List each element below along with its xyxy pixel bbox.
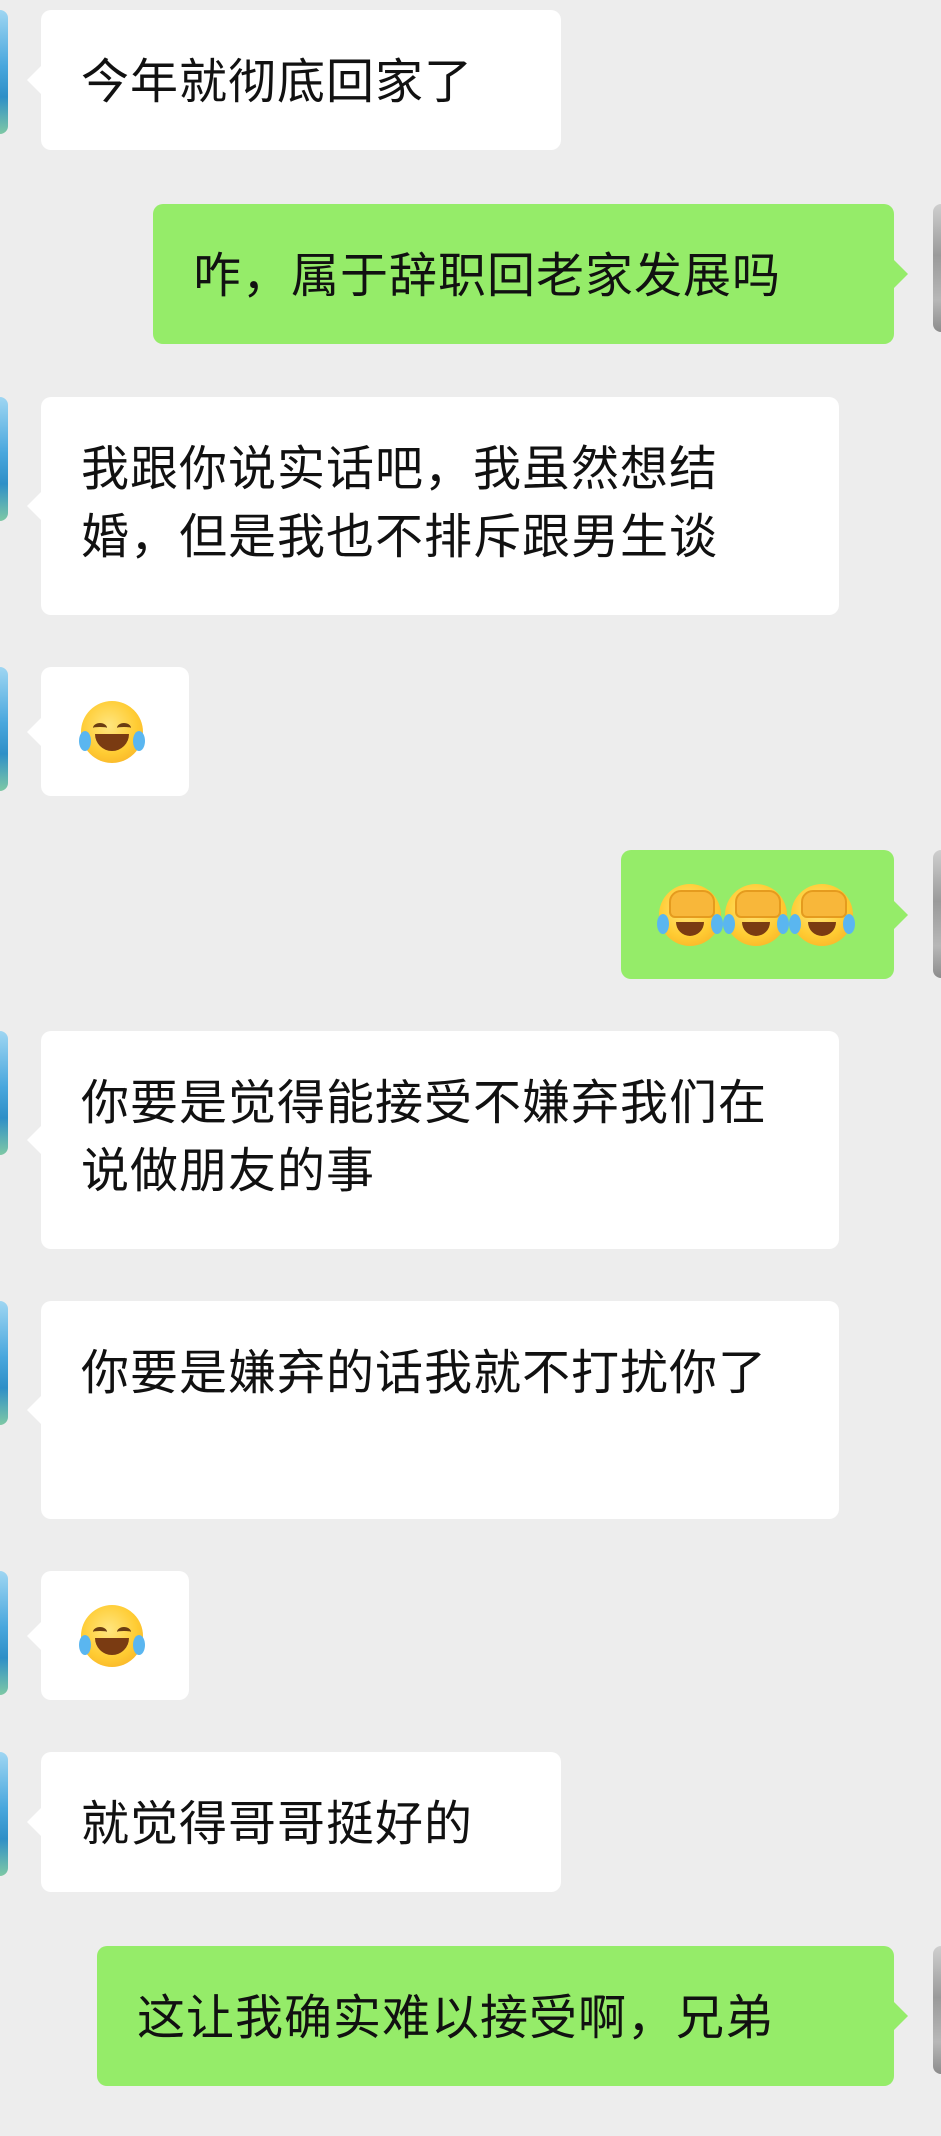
message-text: 今年就彻底回家了 xyxy=(81,54,474,110)
message-bubble[interactable] xyxy=(27,1571,189,1700)
message-bubble[interactable]: 今年就彻底回家了 xyxy=(27,10,561,150)
user-avatar[interactable] xyxy=(933,204,941,332)
message-bubble[interactable]: 我跟你说实话吧，我虽然想结婚，但是我也不排斥跟男生谈 xyxy=(27,397,839,615)
message-bubble[interactable]: 你要是嫌弃的话我就不打扰你了 xyxy=(27,1301,839,1519)
facepalm-crying-emoji xyxy=(722,883,789,946)
contact-avatar[interactable] xyxy=(0,397,8,521)
message-text: 我跟你说实话吧，我虽然想结婚，但是我也不排斥跟男生谈 xyxy=(81,441,719,565)
message-bubble[interactable] xyxy=(621,850,908,979)
message-bubble[interactable]: 这让我确实难以接受啊，兄弟 xyxy=(97,1946,908,2086)
message-text: 就觉得哥哥挺好的 xyxy=(81,1796,474,1852)
contact-avatar[interactable] xyxy=(0,1752,8,1876)
tears-of-joy-emoji xyxy=(79,700,145,763)
message-text: 咋，属于辞职回老家发展吗 xyxy=(193,248,782,304)
contact-avatar[interactable] xyxy=(0,1031,8,1155)
user-avatar[interactable] xyxy=(933,1946,941,2074)
message-text: 这让我确实难以接受啊，兄弟 xyxy=(137,1990,775,2046)
message-bubble[interactable]: 咋，属于辞职回老家发展吗 xyxy=(153,204,908,344)
tears-of-joy-emoji xyxy=(79,1604,145,1667)
contact-avatar[interactable] xyxy=(0,1571,8,1695)
contact-avatar[interactable] xyxy=(0,10,8,134)
message-bubble[interactable]: 你要是觉得能接受不嫌弃我们在说做朋友的事 xyxy=(27,1031,839,1249)
user-avatar[interactable] xyxy=(933,850,941,978)
message-bubble[interactable]: 就觉得哥哥挺好的 xyxy=(27,1752,561,1892)
facepalm-crying-emoji xyxy=(788,883,855,946)
message-bubble[interactable] xyxy=(27,667,189,796)
contact-avatar[interactable] xyxy=(0,667,8,791)
contact-avatar[interactable] xyxy=(0,1301,8,1425)
message-text: 你要是嫌弃的话我就不打扰你了 xyxy=(81,1345,768,1401)
message-text: 你要是觉得能接受不嫌弃我们在说做朋友的事 xyxy=(81,1075,768,1199)
facepalm-crying-emoji xyxy=(656,883,723,946)
